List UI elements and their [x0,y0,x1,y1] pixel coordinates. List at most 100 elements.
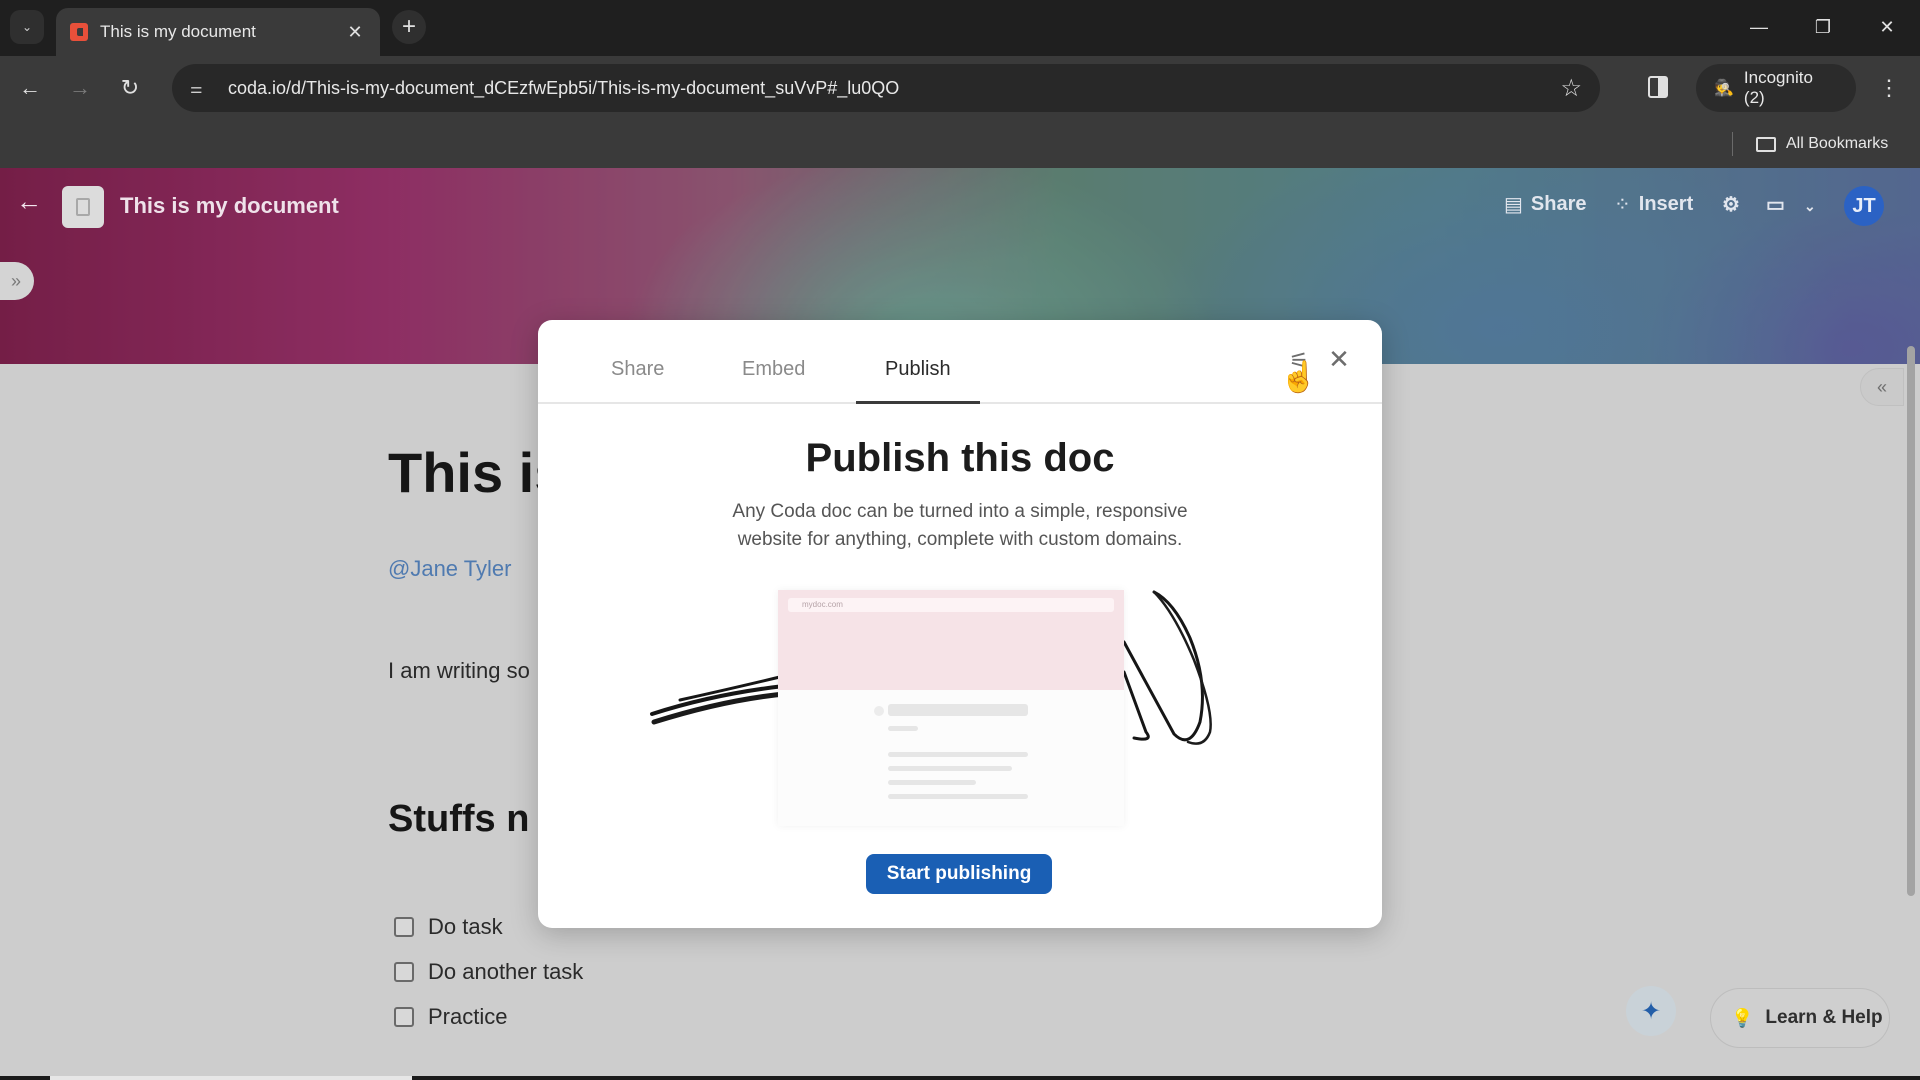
mock-hero-banner: mydoc.com [778,590,1124,690]
double-chevron-left-icon: « [1876,376,1887,397]
incognito-indicator[interactable]: 🕵 Incognito (2) [1696,64,1856,112]
url-text[interactable]: coda.io/d/This-is-my-document_dCEzfwEpb5… [228,78,1560,99]
arrow-right-icon: → [69,75,91,100]
all-bookmarks-button[interactable]: All Bookmarks [1756,130,1888,158]
restore-icon: ❐ [1814,16,1832,37]
todo-item: Practice [394,1004,507,1030]
tab-embed[interactable]: Embed [742,358,805,381]
site-info-icon[interactable]: ⚌ [190,80,212,97]
incognito-label: Incognito (2) [1743,68,1813,107]
doc-header: ← This is my document ▤ Share ⁘ Insert ⚙… [0,168,1920,238]
forward-button[interactable]: → [62,70,98,106]
incognito-icon: 🕵 [1714,80,1734,97]
gear-icon: ⚙ [1722,194,1740,216]
bookmarks-divider [1732,132,1733,156]
close-icon: ✕ [1328,343,1350,374]
lightbulb-icon: 💡 [1731,1007,1754,1028]
todo-label[interactable]: Practice [428,1004,507,1030]
todo-item: Do another task [394,959,583,985]
mock-meta-bar [888,726,918,731]
chevron-down-icon: ⌄ [1804,198,1816,214]
coda-logo-icon [70,23,88,41]
mock-url-bar: mydoc.com [788,598,1114,612]
tab-title: This is my document [100,22,256,41]
close-window-button[interactable]: ✕ [1862,10,1912,44]
doc-icon-button[interactable] [62,186,104,228]
todo-checkbox[interactable] [394,962,414,982]
ai-assistant-button[interactable]: ✦ [1626,986,1676,1036]
tab-publish[interactable]: Publish [885,358,951,381]
todo-checkbox[interactable] [394,917,414,937]
document-icon [76,198,90,216]
learn-help-label: Learn & Help [1765,1007,1883,1028]
mock-text-line [888,752,1028,757]
share-label: Share [1530,193,1587,215]
mock-text-line [888,780,976,785]
minimize-button[interactable]: — [1734,10,1784,44]
back-button[interactable]: ← [12,70,48,106]
page-scrollbar[interactable] [1906,346,1916,1066]
reload-button[interactable]: ↻ [112,70,148,106]
sparkles-icon: ✦ [1640,997,1662,1025]
insert-label: Insert [1638,193,1694,215]
dialog-description: Any Coda doc can be turned into a simple… [732,501,1188,550]
taskbar-active-segment [50,1076,412,1080]
new-tab-button[interactable]: + [392,10,426,44]
close-dialog-button[interactable]: ✕ [1324,344,1354,374]
dialog-heading: Publish this doc [805,436,1115,480]
tab-search-button[interactable]: ⌄ [10,10,44,44]
plus-icon: + [401,13,416,40]
browser-menu-button[interactable]: ⋮ [1874,70,1904,106]
insert-button[interactable]: ⁘ Insert [1614,192,1693,217]
share-button[interactable]: ▤ Share [1504,192,1587,217]
folder-icon [1756,136,1776,152]
todo-label[interactable]: Do task [428,914,503,940]
arrow-left-icon: ← [19,75,41,100]
kebab-menu-icon: ⋮ [1878,75,1900,100]
settings-button[interactable]: ⚙ [1722,192,1740,217]
browser-toolbar: ← → ↻ ⚌ coda.io/d/This-is-my-document_dC… [0,56,1920,120]
dialog-tab-bar: Share Embed Publish ⚟ ✕ ☝ [538,320,1382,404]
mock-text-line [888,766,1012,771]
restore-button[interactable]: ❐ [1798,10,1848,44]
todo-item: Do task [394,914,503,940]
browser-tab-active[interactable]: This is my document ✕ [56,8,380,56]
mock-title-bar [888,704,1028,716]
chevron-down-icon: ⌄ [21,20,33,34]
mock-website-preview: mydoc.com [778,590,1124,826]
all-bookmarks-label: All Bookmarks [1786,135,1889,152]
side-panel-icon[interactable] [1648,76,1668,98]
share-dialog: Share Embed Publish ⚟ ✕ ☝ Publish this d… [538,320,1382,928]
learn-help-button[interactable]: 💡 Learn & Help [1710,988,1890,1048]
browser-tab-strip: ⌄ This is my document ✕ + — ❐ ✕ [0,0,1920,56]
user-avatar[interactable]: JT [1844,186,1884,226]
mock-text-line [888,794,1028,799]
star-icon[interactable]: ☆ [1560,74,1582,103]
active-tab-indicator [856,401,980,404]
doc-subheading[interactable]: Stuffs n [388,798,529,841]
collapse-panel-button[interactable]: « [1860,368,1904,406]
minimize-icon: — [1750,16,1768,37]
start-publishing-button[interactable]: Start publishing [866,854,1052,894]
back-arrow-icon[interactable]: ← [16,186,42,217]
close-tab-icon[interactable]: ✕ [344,22,366,43]
doc-title[interactable]: This is my document [120,193,339,219]
user-mention[interactable]: @Jane Tyler [388,556,511,582]
comments-button[interactable]: ▭ [1766,192,1785,217]
todo-label[interactable]: Do another task [428,959,583,985]
share-doc-icon: ▤ [1504,194,1523,216]
insert-grid-icon: ⁘ [1614,194,1631,216]
todo-checkbox[interactable] [394,1007,414,1027]
bookmarks-bar: All Bookmarks [0,120,1920,168]
tab-share[interactable]: Share [611,358,664,381]
scrollbar-thumb[interactable] [1907,346,1915,896]
doc-paragraph[interactable]: I am writing so [388,658,530,684]
address-bar[interactable]: ⚌ coda.io/d/This-is-my-document_dCEzfwEp… [172,64,1600,112]
double-chevron-right-icon: » [10,270,21,291]
hand-cursor-icon: ☝ [1280,361,1318,394]
comments-dropdown[interactable]: ⌄ [1804,198,1816,215]
comment-icon: ▭ [1766,194,1785,216]
publish-illustration: mydoc.com [634,582,1284,842]
reload-icon: ↻ [120,75,140,100]
close-icon: ✕ [1879,16,1895,37]
